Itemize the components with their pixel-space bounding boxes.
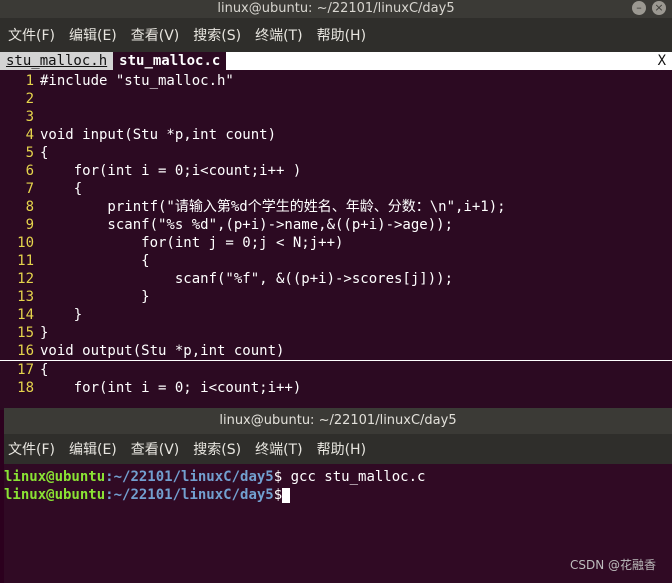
menu-view[interactable]: 查看(V) [131, 439, 180, 459]
code-text: #include "stu_malloc.h" [40, 73, 234, 89]
terminal-titlebar[interactable]: linux@ubuntu: ~/22101/linuxC/day5 [4, 408, 672, 434]
code-line: 7 { [0, 180, 672, 198]
menu-edit[interactable]: 编辑(E) [69, 439, 117, 459]
line-number: 14 [17, 307, 34, 323]
tab-stu-malloc-h[interactable]: stu_malloc.h [0, 52, 114, 70]
line-number: 9 [25, 217, 34, 233]
menu-view[interactable]: 查看(V) [131, 25, 180, 45]
line-number: 8 [25, 199, 34, 215]
code-line: 4 void input(Stu *p,int count) [0, 126, 672, 144]
line-number: 12 [17, 271, 34, 287]
minimize-icon[interactable]: – [632, 1, 646, 15]
watermark: CSDN @花融香 [569, 558, 656, 572]
line-number: 17 [17, 362, 34, 378]
tab-fill [226, 52, 652, 70]
code-line: 3 [0, 108, 672, 126]
code-line: 18 for(int i = 0; i<count;i++) [0, 379, 672, 397]
code-text: } [40, 289, 150, 305]
editor-tabs: stu_malloc.h stu_malloc.c X [0, 52, 672, 70]
terminal-cursor [282, 487, 291, 503]
code-text: for(int j = 0;j < N;j++) [40, 235, 344, 251]
code-line: 17 { [0, 361, 672, 379]
line-number: 13 [17, 289, 34, 305]
code-text: } [40, 325, 49, 341]
line-number: 5 [25, 145, 34, 161]
line-number: 2 [25, 91, 34, 107]
code-line: 8 printf("请输入第%d个学生的姓名、年龄、分数：\n",i+1); [0, 198, 672, 216]
code-text: scanf("%f", &((p+i)->scores[j])); [40, 271, 454, 287]
line-number: 6 [25, 163, 34, 179]
line-number: 11 [17, 253, 34, 269]
code-text: { [40, 181, 83, 197]
code-line: 11 { [0, 252, 672, 270]
terminal-title: linux@ubuntu: ~/22101/linuxC/day5 [219, 413, 457, 428]
code-line: 6 for(int i = 0;i<count;i++ ) [0, 162, 672, 180]
code-text: { [40, 253, 150, 269]
code-text: void input(Stu *p,int count) [40, 127, 277, 143]
editor-titlebar[interactable]: linux@ubuntu: ~/22101/linuxC/day5 – × [0, 0, 672, 18]
menu-search[interactable]: 搜索(S) [193, 439, 241, 459]
line-number: 18 [17, 380, 34, 396]
line-number: 1 [25, 73, 34, 89]
terminal-line: linux@ubuntu:~/22101/linuxC/day5$ gcc st… [4, 469, 426, 485]
menu-terminal[interactable]: 终端(T) [255, 439, 302, 459]
code-line: 16 void output(Stu *p,int count) [0, 342, 672, 361]
code-line: 14 } [0, 306, 672, 324]
menu-help[interactable]: 帮助(H) [317, 25, 366, 45]
terminal-menubar: 文件(F) 编辑(E) 查看(V) 搜索(S) 终端(T) 帮助(H) [4, 434, 672, 464]
line-number: 15 [17, 325, 34, 341]
code-line: 10 for(int j = 0;j < N;j++) [0, 234, 672, 252]
line-number: 3 [25, 109, 34, 125]
code-text: { [40, 362, 49, 378]
code-text: } [40, 307, 83, 323]
close-tab-button[interactable]: X [651, 52, 672, 70]
code-text: for(int i = 0; i<count;i++) [40, 380, 302, 396]
menu-file[interactable]: 文件(F) [8, 25, 55, 45]
code-text: { [40, 145, 49, 161]
window-buttons: – × [632, 1, 666, 15]
code-line: 13 } [0, 288, 672, 306]
code-text: printf("请输入第%d个学生的姓名、年龄、分数：\n",i+1); [40, 199, 506, 215]
code-area[interactable]: 1 #include "stu_malloc.h" 2 3 4 void input(St… [0, 72, 672, 397]
code-line: 9 scanf("%s %d",(p+i)->name,&((p+i)->age… [0, 216, 672, 234]
editor-title: linux@ubuntu: ~/22101/linuxC/day5 [217, 1, 455, 16]
code-line: 12 scanf("%f", &((p+i)->scores[j])); [0, 270, 672, 288]
code-text: for(int i = 0;i<count;i++ ) [40, 163, 302, 179]
editor-window: linux@ubuntu: ~/22101/linuxC/day5 – × 文件… [0, 0, 672, 410]
menu-help[interactable]: 帮助(H) [317, 439, 366, 459]
tab-stu-malloc-c[interactable]: stu_malloc.c [113, 52, 227, 70]
code-text: void output(Stu *p,int count) [40, 343, 285, 359]
terminal-line: linux@ubuntu:~/22101/linuxC/day5$ [4, 486, 672, 504]
close-icon[interactable]: × [652, 1, 666, 15]
line-number: 7 [25, 181, 34, 197]
editor-menubar: 文件(F) 编辑(E) 查看(V) 搜索(S) 终端(T) 帮助(H) [0, 18, 672, 52]
menu-edit[interactable]: 编辑(E) [69, 25, 117, 45]
terminal-output[interactable]: linux@ubuntu:~/22101/linuxC/day5$ gcc st… [4, 464, 672, 504]
line-number: 10 [17, 235, 34, 251]
menu-file[interactable]: 文件(F) [8, 439, 55, 459]
menu-search[interactable]: 搜索(S) [193, 25, 241, 45]
code-line: 5{ [0, 144, 672, 162]
code-line: 1 #include "stu_malloc.h" [0, 72, 672, 90]
line-number: 16 [17, 343, 34, 359]
menu-terminal[interactable]: 终端(T) [255, 25, 302, 45]
line-number: 4 [25, 127, 34, 143]
code-text: scanf("%s %d",(p+i)->name,&((p+i)->age))… [40, 217, 454, 233]
code-line: 15} [0, 324, 672, 342]
code-line: 2 [0, 90, 672, 108]
